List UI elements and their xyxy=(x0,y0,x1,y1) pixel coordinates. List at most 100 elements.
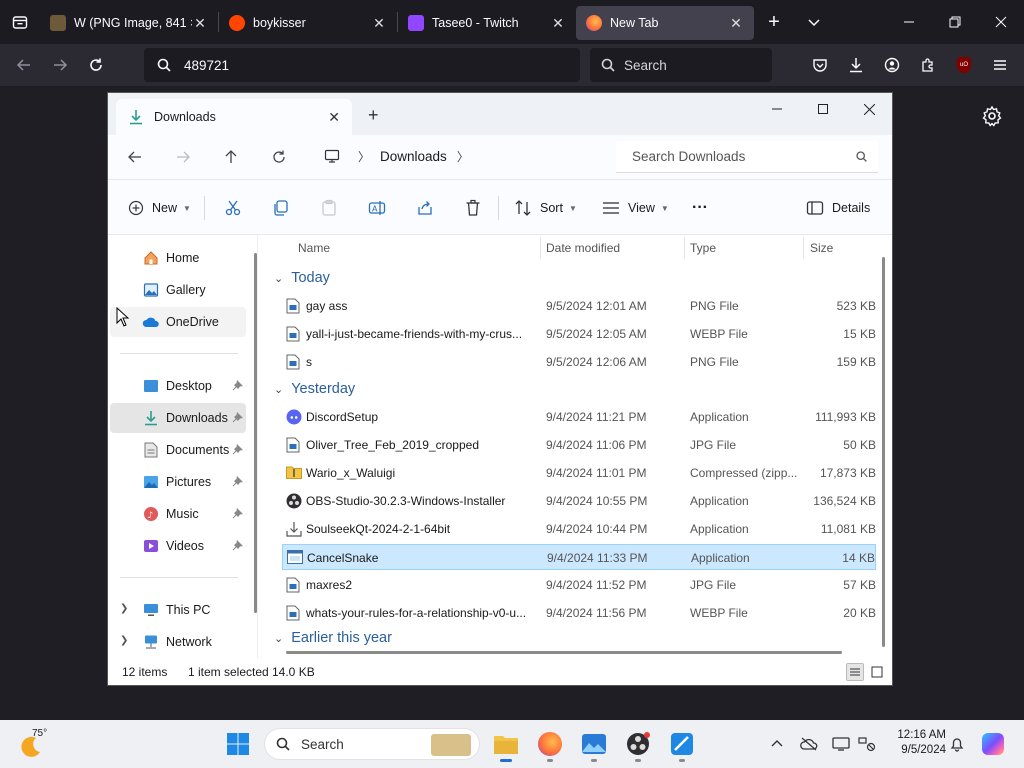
tray-network-volume-button[interactable] xyxy=(856,734,878,754)
tray-display-button[interactable] xyxy=(830,734,852,754)
nav-scrollbar[interactable] xyxy=(254,253,257,613)
explorer-tab[interactable]: Downloads ✕ xyxy=(116,99,352,135)
tray-onedrive-button[interactable] xyxy=(798,734,820,754)
browser-tab[interactable]: Tasee0 - Twitch ✕ xyxy=(398,6,576,40)
taskbar-clock[interactable]: 12:16 AM 9/5/2024 xyxy=(882,728,946,758)
view-button[interactable]: View ▼ xyxy=(602,194,669,222)
extensions-button[interactable] xyxy=(912,50,944,80)
nav-item-home[interactable]: Home xyxy=(110,243,246,273)
taskbar-photos[interactable] xyxy=(578,728,610,762)
explorer-search-input[interactable]: Search Downloads xyxy=(616,141,878,173)
nav-item-network[interactable]: Network xyxy=(110,627,246,657)
explorer-back-button[interactable] xyxy=(120,143,150,171)
table-row-selected[interactable]: CancelSnake 9/4/2024 11:33 PM Applicatio… xyxy=(282,544,876,570)
cut-button[interactable] xyxy=(224,194,242,222)
nav-item-pictures[interactable]: Pictures xyxy=(110,467,246,497)
close-tab-icon[interactable]: ✕ xyxy=(371,15,387,32)
rename-button[interactable]: A xyxy=(368,194,386,222)
group-header-today[interactable]: ⌄ Today xyxy=(274,265,330,291)
table-row[interactable]: Oliver_Tree_Feb_2019_cropped 9/4/2024 11… xyxy=(282,432,876,458)
forward-button[interactable] xyxy=(42,49,78,81)
nav-item-documents[interactable]: Documents xyxy=(110,435,246,465)
notifications-button[interactable] xyxy=(946,734,968,754)
nav-item-videos[interactable]: Videos xyxy=(110,531,246,561)
close-tab-icon[interactable]: ✕ xyxy=(728,15,744,32)
nav-item-this-pc[interactable]: This PC xyxy=(110,595,246,625)
browser-tab-active[interactable]: New Tab ✕ xyxy=(576,6,754,40)
nav-item-downloads[interactable]: Downloads xyxy=(110,403,246,433)
explorer-close-button[interactable] xyxy=(846,95,892,123)
close-tab-icon[interactable]: ✕ xyxy=(192,15,208,32)
table-row[interactable]: SoulseekQt-2024-2-1-64bit 9/4/2024 10:44… xyxy=(282,516,876,542)
column-header-size[interactable]: Size xyxy=(810,235,833,261)
nav-item-gallery[interactable]: Gallery xyxy=(110,275,246,305)
minimize-button[interactable] xyxy=(886,0,932,44)
table-row[interactable]: whats-your-rules-for-a-relationship-v0-u… xyxy=(282,600,876,626)
explorer-maximize-button[interactable] xyxy=(800,95,846,123)
column-header-date[interactable]: Date modified xyxy=(546,235,620,261)
column-separator[interactable] xyxy=(803,237,804,259)
details-view-button[interactable] xyxy=(846,663,864,681)
breadcrumb-item-downloads[interactable]: Downloads xyxy=(380,149,447,164)
pocket-button[interactable] xyxy=(804,50,836,80)
ublock-button[interactable]: uO xyxy=(948,50,980,80)
table-row[interactable]: gay ass 9/5/2024 12:01 AM PNG File 523 K… xyxy=(282,293,876,319)
newtab-settings-button[interactable] xyxy=(980,104,1004,131)
explorer-up-button[interactable] xyxy=(216,143,246,171)
explorer-forward-button[interactable] xyxy=(168,143,198,171)
column-header-name[interactable]: Name xyxy=(298,235,330,261)
new-button[interactable]: New ▼ xyxy=(128,194,191,222)
nav-item-music[interactable]: ♪ Music xyxy=(110,499,246,529)
explorer-minimize-button[interactable] xyxy=(754,95,800,123)
browser-tab[interactable]: boykisser ✕ xyxy=(219,6,397,40)
new-tab-button[interactable]: + xyxy=(754,0,794,44)
taskbar-app[interactable] xyxy=(666,728,698,762)
column-separator[interactable] xyxy=(684,237,685,259)
table-row[interactable]: OBS-Studio-30.2.3-Windows-Installer 9/4/… xyxy=(282,488,876,514)
downloads-button[interactable] xyxy=(840,50,872,80)
column-separator[interactable] xyxy=(540,237,541,259)
back-button[interactable] xyxy=(6,49,42,81)
nav-item-onedrive[interactable]: OneDrive xyxy=(110,307,246,337)
explorer-refresh-button[interactable] xyxy=(264,143,294,171)
share-button[interactable] xyxy=(416,194,434,222)
table-row[interactable]: Wario_x_Waluigi 9/4/2024 11:01 PM Compre… xyxy=(282,460,876,486)
url-bar[interactable]: 489721 xyxy=(144,48,580,82)
breadcrumb[interactable]: 〉 Downloads 〉 xyxy=(314,141,604,171)
browser-search-box[interactable]: Search xyxy=(590,48,772,82)
nav-item-desktop[interactable]: Desktop xyxy=(110,371,246,401)
group-header-yesterday[interactable]: ⌄ Yesterday xyxy=(274,376,355,402)
table-row[interactable]: maxres2 9/4/2024 11:52 PM JPG File 57 KB xyxy=(282,572,876,598)
paste-button[interactable] xyxy=(320,194,338,222)
sort-button[interactable]: Sort ▼ xyxy=(514,194,577,222)
close-tab-icon[interactable]: ✕ xyxy=(328,109,340,126)
account-button[interactable] xyxy=(876,50,908,80)
firefox-view-button[interactable] xyxy=(0,0,40,44)
file-list-horizontal-scrollbar[interactable] xyxy=(286,651,842,654)
close-window-button[interactable] xyxy=(978,0,1024,44)
more-options-button[interactable]: ··· xyxy=(692,194,708,222)
file-list-vertical-scrollbar[interactable] xyxy=(882,257,885,647)
taskbar-file-explorer[interactable] xyxy=(490,728,522,762)
group-header-earlier[interactable]: ⌄ Earlier this year xyxy=(274,625,392,651)
browser-tab[interactable]: W (PNG Image, 841 × 7 ✕ xyxy=(40,6,218,40)
taskbar-firefox[interactable] xyxy=(534,728,566,762)
column-header-type[interactable]: Type xyxy=(690,235,716,261)
table-row[interactable]: s 9/5/2024 12:06 AM PNG File 159 KB xyxy=(282,349,876,375)
start-button[interactable] xyxy=(226,732,250,759)
restore-button[interactable] xyxy=(932,0,978,44)
table-row[interactable]: yall-i-just-became-friends-with-my-crus.… xyxy=(282,321,876,347)
show-hidden-icons-button[interactable] xyxy=(766,734,788,754)
taskbar-obs[interactable] xyxy=(622,728,654,762)
taskbar-search[interactable]: Search xyxy=(264,728,480,760)
details-pane-button[interactable]: Details xyxy=(806,194,870,222)
reload-button[interactable] xyxy=(78,49,114,81)
close-tab-icon[interactable]: ✕ xyxy=(550,15,566,32)
table-row[interactable]: DiscordSetup 9/4/2024 11:21 PM Applicati… xyxy=(282,404,876,430)
copilot-button[interactable] xyxy=(980,733,1006,755)
tiles-view-button[interactable] xyxy=(868,663,886,681)
add-tab-button[interactable]: + xyxy=(368,105,379,126)
weather-widget[interactable]: 75° xyxy=(18,728,58,760)
url-input[interactable]: 489721 xyxy=(184,58,229,73)
chevron-right-icon[interactable]: 〉 xyxy=(358,148,370,165)
